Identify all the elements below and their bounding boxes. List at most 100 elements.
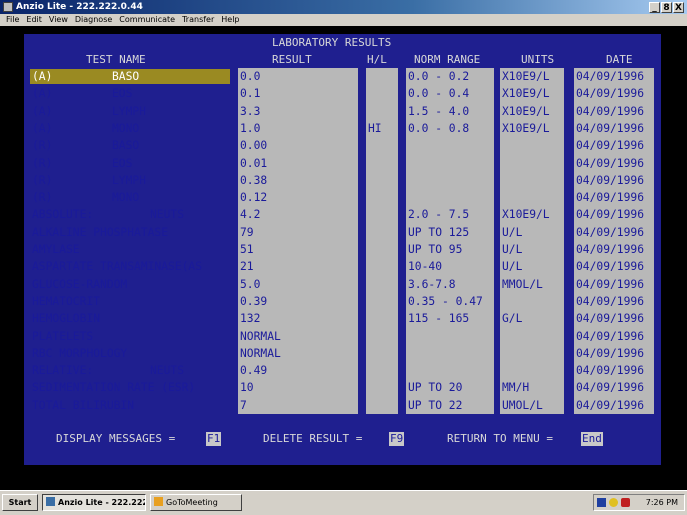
test-name: ABSOLUTE:: [32, 208, 94, 221]
language-icon[interactable]: [597, 498, 606, 507]
menu-bar: File Edit View Diagnose Communicate Transfer H…: [0, 14, 687, 26]
header-date: DATE: [606, 53, 633, 66]
table-row[interactable]: ABSOLUTE: NEUTS: [30, 207, 230, 222]
result-value: 21: [240, 260, 254, 273]
result-value: 7: [240, 399, 247, 412]
table-row[interactable]: (A) EOS: [30, 86, 230, 101]
f9-key[interactable]: F9: [389, 432, 405, 446]
units-value: U/L: [502, 226, 523, 239]
units-value: UMOL/L: [502, 399, 543, 412]
security-icon[interactable]: [621, 498, 630, 507]
table-row[interactable]: HEMATOCRIT: [30, 294, 230, 309]
result-value: 1.0: [240, 122, 261, 135]
test-subname: NEUTS: [150, 208, 185, 221]
table-row[interactable]: TOTAL BILIRUBIN: [30, 398, 230, 413]
table-row[interactable]: (A) LYMPH: [30, 104, 230, 119]
table-row[interactable]: ALKALINE PHOSPHATASE: [30, 225, 230, 240]
menu-edit[interactable]: Edit: [26, 15, 42, 24]
result-value: 0.38: [240, 174, 268, 187]
norm-range: 2.0 - 7.5: [408, 208, 470, 221]
menu-file[interactable]: File: [6, 15, 19, 24]
units-value: X10E9/L: [502, 122, 550, 135]
test-name: HEMOGLOBIN: [32, 312, 101, 325]
test-name: SEDIMENTATION RATE (ESR): [32, 381, 196, 394]
window-title: Anzio Lite - 222.222.0.44: [16, 2, 143, 12]
task-gotomeeting[interactable]: GoToMeeting: [150, 494, 242, 511]
units-value: U/L: [502, 260, 523, 273]
norm-range: 115 - 165: [408, 312, 470, 325]
table-row[interactable]: ASPARTATE TRANSAMINASE(AS: [30, 259, 230, 274]
end-key[interactable]: End: [581, 432, 603, 446]
close-button[interactable]: X: [673, 2, 684, 13]
table-row[interactable]: HEMOGLOBIN: [30, 311, 230, 326]
table-row[interactable]: (R) BASO: [30, 138, 230, 153]
date-value: 04/09/1996: [576, 70, 645, 83]
norm-range: 10-40: [408, 260, 443, 273]
menu-view[interactable]: View: [49, 15, 68, 24]
norm-range: 0.35 - 0.47: [408, 295, 483, 308]
test-subname: BASO: [112, 70, 140, 83]
norm-range: 1.5 - 4.0: [408, 105, 470, 118]
table-row[interactable]: PLATELETS: [30, 329, 230, 344]
menu-communicate[interactable]: Communicate: [119, 15, 175, 24]
norm-range: UP TO 20: [408, 381, 463, 394]
hl-flag: HI: [368, 122, 382, 135]
date-value: 04/09/1996: [576, 278, 645, 291]
date-value: 04/09/1996: [576, 208, 645, 221]
result-value: 51: [240, 243, 254, 256]
date-value: 04/09/1996: [576, 243, 645, 256]
task-anzio[interactable]: Anzio Lite - 222.222....: [42, 494, 146, 511]
gotomeeting-icon: [154, 497, 163, 506]
table-row[interactable]: RBC MORPHOLOGY: [30, 346, 230, 361]
norm-range: 0.0 - 0.8: [408, 122, 470, 135]
test-name: (R): [32, 174, 53, 187]
table-row[interactable]: (R) MONO: [30, 190, 230, 205]
table-row[interactable]: (R) EOS: [30, 156, 230, 171]
date-value: 04/09/1996: [576, 347, 645, 360]
date-value: 04/09/1996: [576, 87, 645, 100]
header-hl: H/L: [367, 53, 387, 66]
date-value: 04/09/1996: [576, 295, 645, 308]
system-tray: 7:26 PM: [593, 494, 685, 511]
test-subname: LYMPH: [112, 105, 147, 118]
result-value: 10: [240, 381, 254, 394]
network-icon[interactable]: [609, 498, 618, 507]
date-value: 04/09/1996: [576, 105, 645, 118]
table-row[interactable]: (A) BASO: [30, 69, 230, 84]
anzio-icon: [46, 497, 55, 506]
terminal-area[interactable]: LABORATORY RESULTS TEST NAME RESULT H/L …: [0, 26, 687, 490]
title-bar: Anzio Lite - 222.222.0.44 _ 8 X: [0, 0, 687, 14]
norm-range: 0.0 - 0.2: [408, 70, 470, 83]
header-result: RESULT: [272, 53, 312, 66]
table-row[interactable]: AMYLASE: [30, 242, 230, 257]
f1-key[interactable]: F1: [206, 432, 222, 446]
test-subname: EOS: [112, 87, 133, 100]
menu-diagnose[interactable]: Diagnose: [75, 15, 112, 24]
app-icon: [3, 2, 13, 12]
minimize-button[interactable]: _: [649, 2, 660, 13]
delete-result-label: DELETE RESULT =: [263, 432, 363, 445]
test-name: (A): [32, 70, 53, 83]
date-value: 04/09/1996: [576, 312, 645, 325]
test-subname: NEUTS: [150, 364, 185, 377]
test-subname: LYMPH: [112, 174, 147, 187]
table-row[interactable]: RELATIVE: NEUTS: [30, 363, 230, 378]
range-column: [406, 68, 494, 414]
table-row[interactable]: GLUCOSE-RANDOM: [30, 277, 230, 292]
menu-transfer[interactable]: Transfer: [182, 15, 214, 24]
date-value: 04/09/1996: [576, 191, 645, 204]
test-name: TOTAL BILIRUBIN: [32, 399, 135, 412]
norm-range: UP TO 95: [408, 243, 463, 256]
table-row[interactable]: (R) LYMPH: [30, 173, 230, 188]
start-button[interactable]: Start: [2, 494, 38, 511]
task-anzio-label: Anzio Lite - 222.222....: [58, 498, 145, 507]
maximize-button[interactable]: 8: [661, 2, 672, 13]
date-value: 04/09/1996: [576, 157, 645, 170]
menu-help[interactable]: Help: [221, 15, 239, 24]
test-name: GLUCOSE-RANDOM: [32, 278, 128, 291]
units-value: MMOL/L: [502, 278, 543, 291]
table-row[interactable]: (A) MONO: [30, 121, 230, 136]
table-row[interactable]: SEDIMENTATION RATE (ESR): [30, 380, 230, 395]
return-to-menu-label: RETURN TO MENU =: [447, 432, 553, 445]
test-name: HEMATOCRIT: [32, 295, 101, 308]
